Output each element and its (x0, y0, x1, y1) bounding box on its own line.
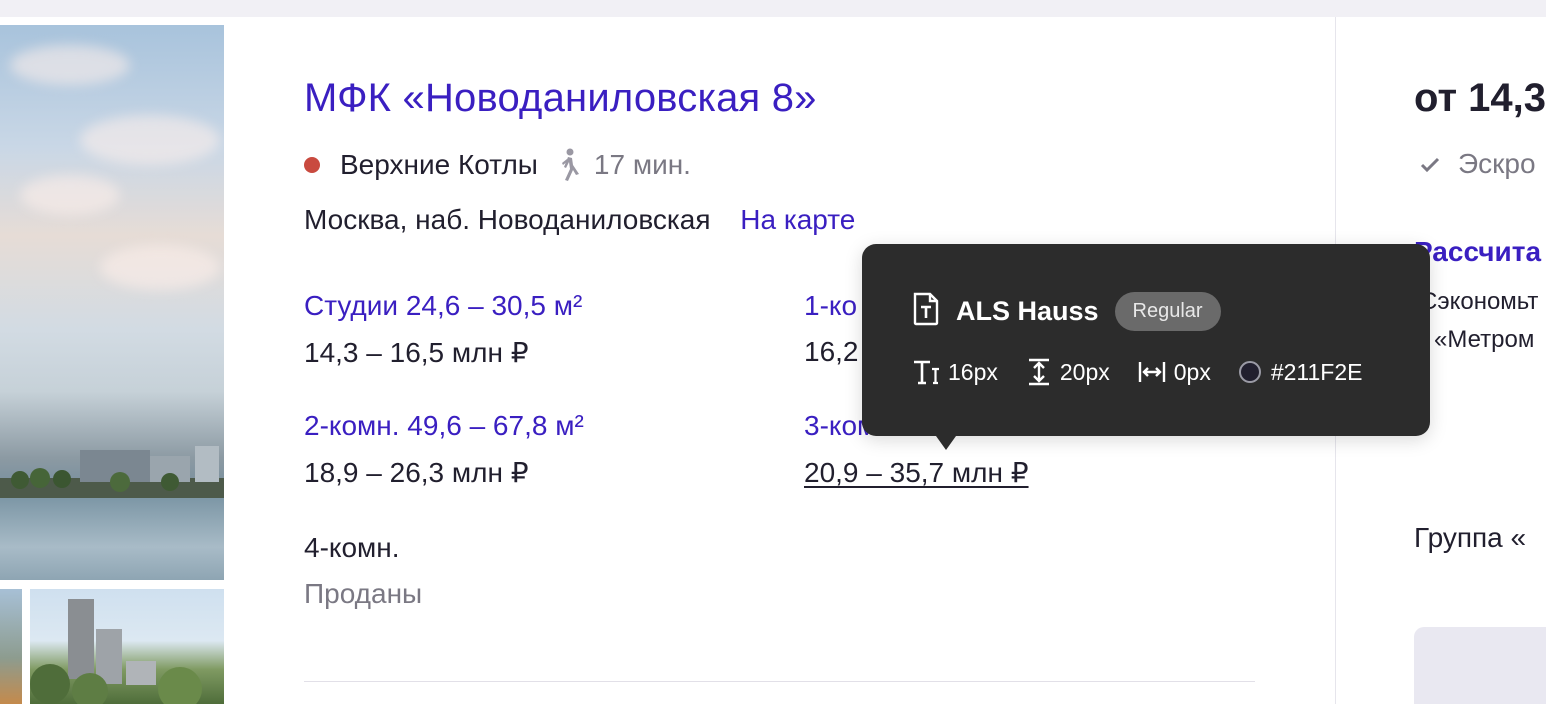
gallery-thumbnail[interactable] (0, 589, 22, 704)
unit-name[interactable]: Студии 24,6 – 30,5 м² (304, 290, 582, 322)
unit-type-4room: 4-комн. Проданы (304, 532, 422, 610)
complex-title[interactable]: МФК «Новоданиловская 8» (304, 76, 817, 121)
font-size-icon (914, 360, 939, 385)
letter-spacing-icon (1138, 362, 1165, 382)
show-on-map-link[interactable]: На карте (740, 204, 855, 235)
address-row: Москва, наб. Новоданиловская На карте (304, 204, 855, 236)
walk-time: 17 мин. (593, 149, 691, 180)
font-weight-badge: Regular (1114, 292, 1221, 331)
line-height-metric: 20px (1026, 358, 1110, 386)
color-value: #211F2E (1270, 358, 1363, 385)
unit-name[interactable]: 1-ко (804, 290, 859, 322)
metro-row: Верхние Котлы 17 мин. (304, 148, 691, 182)
top-bar (0, 0, 1546, 17)
letter-spacing-metric: 0px (1138, 359, 1211, 386)
font-file-icon (912, 292, 940, 331)
savings-text: Сэкономьт (1420, 288, 1539, 315)
font-size-value: 16px (948, 358, 998, 385)
letter-spacing-value: 0px (1173, 358, 1211, 385)
metro-station: Верхние Котлы (340, 149, 538, 180)
complex-photo-main[interactable] (0, 25, 224, 580)
metro-line-dot (304, 157, 320, 173)
escrow-label: Эскро (1458, 148, 1536, 179)
sold-out-label: Проданы (304, 578, 423, 609)
color-metric: #211F2E (1238, 358, 1363, 386)
walking-icon (556, 148, 582, 182)
calculate-link[interactable]: Рассчита (1414, 236, 1541, 268)
tooltip-arrow (936, 436, 956, 450)
line-height-icon (1028, 358, 1049, 386)
unit-name[interactable]: 2-комн. 49,6 – 67,8 м² (304, 410, 584, 442)
unit-name: 4-комн. (304, 532, 400, 563)
tooltip-metrics: 16px 20px 0px #211F2E (912, 358, 1390, 386)
unit-type-studio[interactable]: Студии 24,6 – 30,5 м² 14,3 – 16,5 млн ₽ (304, 290, 582, 369)
section-divider (304, 681, 1255, 682)
escrow-row: Эскро (1420, 148, 1536, 180)
color-swatch (1238, 361, 1261, 383)
price-from: от 14,3 (1414, 76, 1546, 120)
font-name: ALS Hauss (956, 296, 1099, 326)
unit-type-2room[interactable]: 2-комн. 49,6 – 67,8 м² 18,9 – 26,3 млн ₽ (304, 410, 584, 489)
line-height-value: 20px (1059, 358, 1110, 385)
unit-price: 18,9 – 26,3 млн ₽ (304, 457, 529, 488)
unit-price: 14,3 – 16,5 млн ₽ (304, 337, 529, 368)
city-skyline (0, 446, 224, 498)
action-button[interactable] (1414, 627, 1546, 704)
savings-text-2: «Метром (1434, 326, 1535, 353)
check-icon (1420, 148, 1442, 180)
font-size-metric: 16px (912, 359, 998, 386)
unit-price[interactable]: 20,9 – 35,7 млн ₽ (804, 456, 1029, 489)
gallery-thumbnail[interactable] (30, 589, 224, 704)
developer-group[interactable]: Группа « (1414, 522, 1526, 554)
font-inspector-tooltip: ALS Hauss Regular 16px 20px 0px #211F2E (862, 244, 1430, 450)
unit-type-1room[interactable]: 1-ко 16,2 (804, 290, 859, 368)
tooltip-header: ALS Hauss Regular (912, 292, 1221, 331)
address: Москва, наб. Новоданиловская (304, 204, 711, 235)
thumbnail-buildings (30, 599, 202, 704)
unit-price: 16,2 (804, 336, 859, 367)
